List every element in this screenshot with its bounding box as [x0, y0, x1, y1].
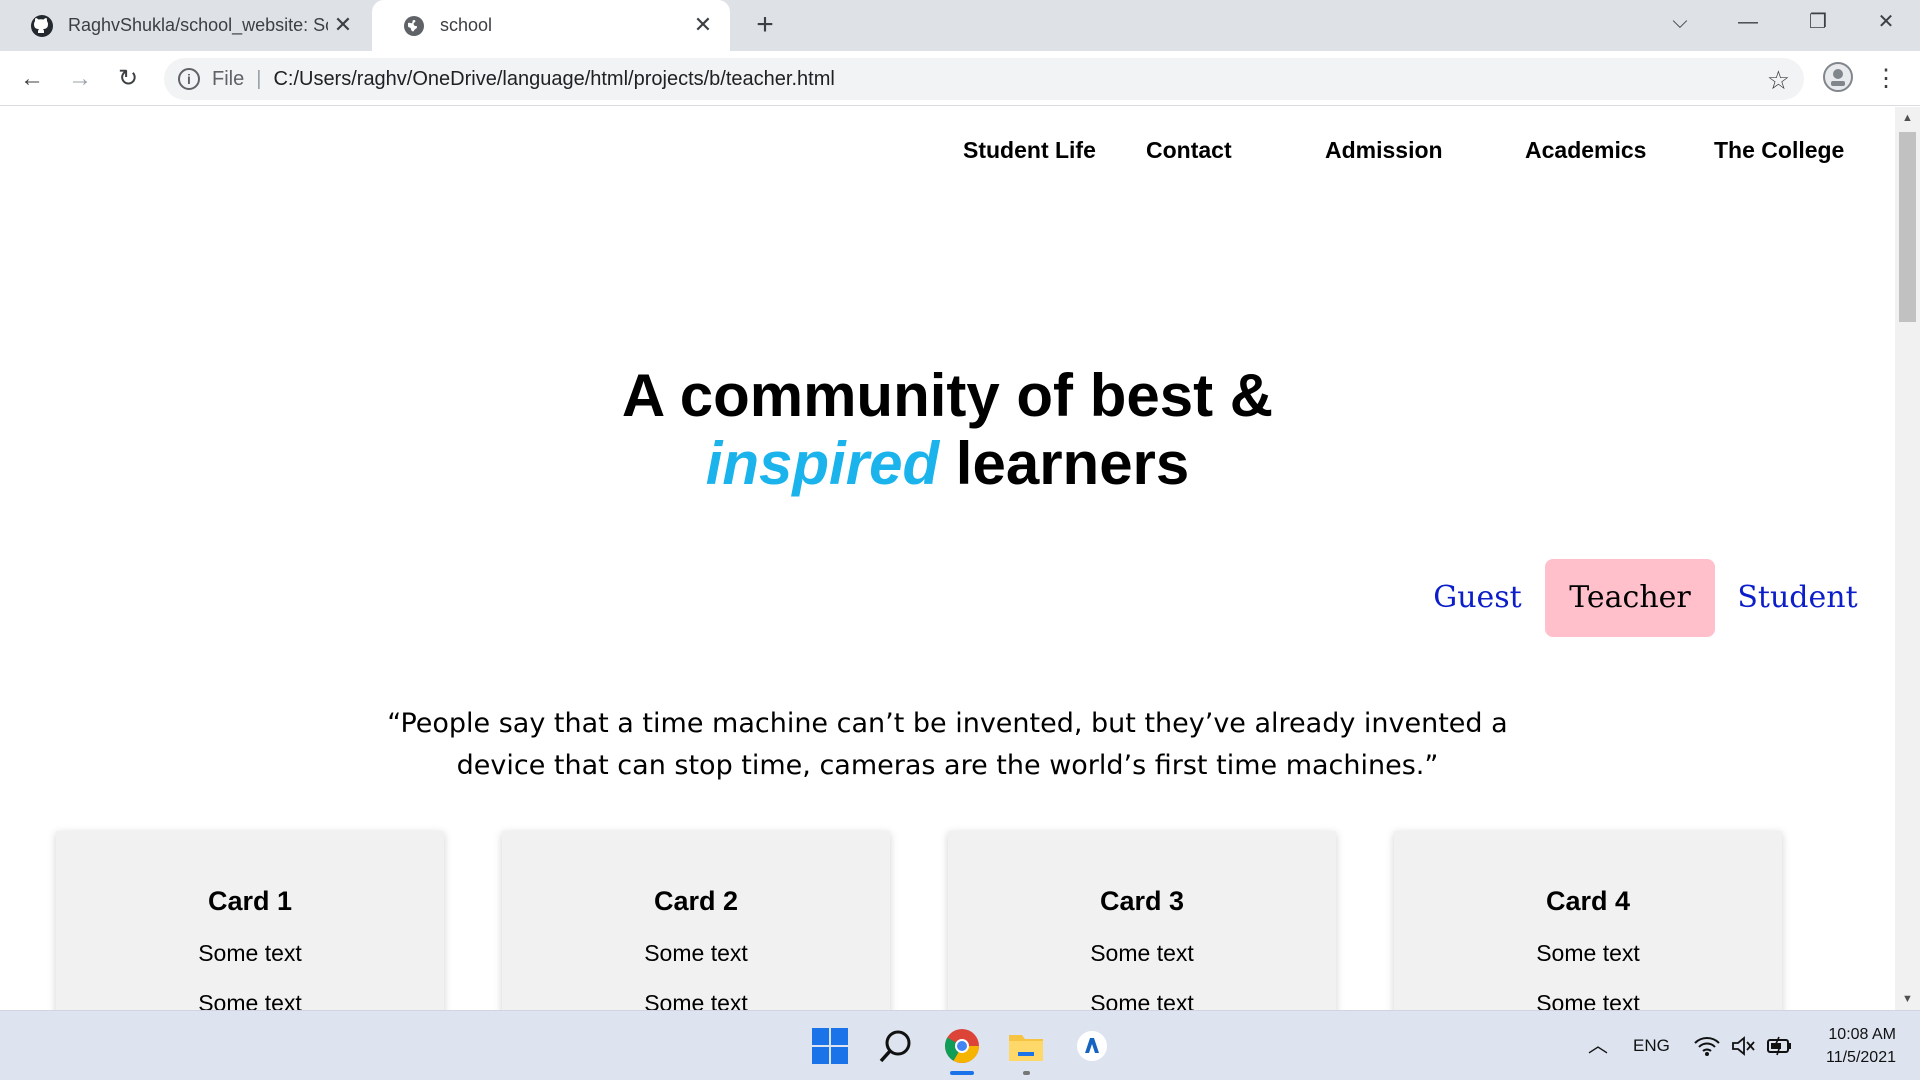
open-app-indicator — [1023, 1071, 1030, 1075]
hero-accent-word: inspired — [705, 430, 940, 497]
browser-menu-icon[interactable]: ⋮ — [1870, 63, 1902, 95]
nav-academics[interactable]: Academics — [1525, 137, 1646, 164]
hero-line-2: learners — [939, 430, 1190, 497]
browser-tab-github[interactable]: RaghvShukla/school_website: Sch ✕ — [0, 0, 370, 51]
restore-icon[interactable]: ❐ — [1790, 0, 1846, 44]
battery-charging-icon[interactable] — [1766, 1035, 1794, 1057]
card-text: Some text — [1090, 940, 1194, 966]
forward-arrow-icon[interactable]: → — [64, 63, 96, 95]
browser-tab-strip: RaghvShukla/school_website: Sch ✕ school… — [0, 0, 1920, 51]
browser-toolbar: ← → ↻ i File | C:/Users/raghv/OneDrive/l… — [0, 51, 1920, 106]
card: Card 1 Some text Some text — [56, 831, 444, 1010]
card: Card 4 Some text Some text — [1394, 831, 1782, 1010]
card-title: Card 3 — [1099, 886, 1185, 916]
card-title: Card 2 — [653, 886, 739, 916]
tab-title: RaghvShukla/school_website: Sch — [68, 15, 328, 35]
nav-admission[interactable]: Admission — [1325, 137, 1443, 164]
windows-start-icon[interactable] — [810, 1026, 850, 1066]
windows-taskbar: ︿ ENG 10:08 AM 11/5/2021 — [0, 1010, 1920, 1080]
reload-icon[interactable]: ↻ — [112, 63, 144, 95]
globe-icon — [404, 15, 424, 36]
close-icon[interactable]: ✕ — [330, 12, 356, 38]
role-tab-teacher[interactable]: Teacher — [1545, 559, 1715, 637]
new-tab-button[interactable]: + — [748, 8, 782, 42]
address-url[interactable]: C:/Users/raghv/OneDrive/language/html/pr… — [273, 68, 834, 91]
app-icon[interactable] — [1072, 1026, 1112, 1066]
hero-heading: A community of best & inspired learners — [0, 362, 1895, 498]
address-bar[interactable]: i File | C:/Users/raghv/OneDrive/languag… — [164, 58, 1804, 100]
tab-title: school — [440, 15, 493, 35]
search-icon[interactable] — [876, 1026, 916, 1066]
scrollbar-thumb[interactable] — [1899, 132, 1916, 322]
scroll-down-arrow-icon[interactable]: ▼ — [1895, 988, 1920, 1010]
clock-time: 10:08 AM — [1828, 1026, 1896, 1043]
back-arrow-icon[interactable]: ← — [16, 63, 48, 95]
nav-the-college[interactable]: The College — [1714, 137, 1844, 164]
chrome-icon[interactable] — [942, 1026, 982, 1066]
quote-line-2: device that can stop time, cameras are t… — [456, 750, 1439, 781]
window-close-icon[interactable]: ✕ — [1858, 0, 1914, 44]
card-text: Some text — [1536, 990, 1640, 1010]
scroll-up-arrow-icon[interactable]: ▲ — [1895, 107, 1920, 129]
bookmark-star-icon[interactable]: ☆ — [1767, 65, 1790, 96]
card: Card 2 Some text Some text — [502, 831, 890, 1010]
github-icon — [31, 14, 53, 37]
nav-contact[interactable]: Contact — [1146, 137, 1232, 164]
address-separator: | — [256, 67, 262, 90]
card-title: Card 4 — [1545, 886, 1631, 916]
wifi-icon[interactable] — [1694, 1035, 1720, 1057]
minimize-icon[interactable]: — — [1720, 0, 1776, 44]
page-viewport: Student Life Contact Admission Academics… — [0, 107, 1895, 1010]
browser-tab-school[interactable]: school ✕ — [372, 0, 730, 51]
address-scheme: File — [212, 67, 245, 90]
role-tabs: Guest Teacher Student — [0, 559, 1895, 639]
card-text: Some text — [644, 940, 748, 966]
hero-line-1: A community of best & — [621, 362, 1274, 429]
system-clock[interactable]: 10:08 AM 11/5/2021 — [1812, 1023, 1896, 1069]
volume-muted-icon[interactable] — [1731, 1035, 1757, 1057]
card-text: Some text — [1090, 990, 1194, 1010]
page-scrollbar[interactable]: ▲ ▼ — [1895, 107, 1920, 1010]
role-tab-guest[interactable]: Guest — [1420, 559, 1535, 637]
card-text: Some text — [198, 990, 302, 1010]
quote-line-1: “People say that a time machine can’t be… — [387, 708, 1508, 739]
quote: “People say that a time machine can’t be… — [0, 703, 1895, 787]
info-icon[interactable]: i — [178, 68, 200, 90]
card-text: Some text — [198, 940, 302, 966]
role-tab-student[interactable]: Student — [1735, 559, 1860, 637]
clock-date: 11/5/2021 — [1826, 1049, 1896, 1066]
profile-avatar-icon[interactable] — [1822, 61, 1854, 93]
card-title: Card 1 — [207, 886, 293, 916]
active-app-indicator — [950, 1071, 974, 1075]
tab-search-chevron-icon[interactable]: ⌵ — [1652, 0, 1708, 44]
language-indicator[interactable]: ENG — [1633, 1011, 1670, 1081]
tray-chevron-icon[interactable]: ︿ — [1588, 1011, 1608, 1081]
nav-student-life[interactable]: Student Life — [963, 137, 1096, 164]
file-explorer-icon[interactable] — [1006, 1026, 1046, 1066]
close-icon[interactable]: ✕ — [690, 12, 716, 38]
card-text: Some text — [1536, 940, 1640, 966]
card-text: Some text — [644, 990, 748, 1010]
card: Card 3 Some text Some text — [948, 831, 1336, 1010]
